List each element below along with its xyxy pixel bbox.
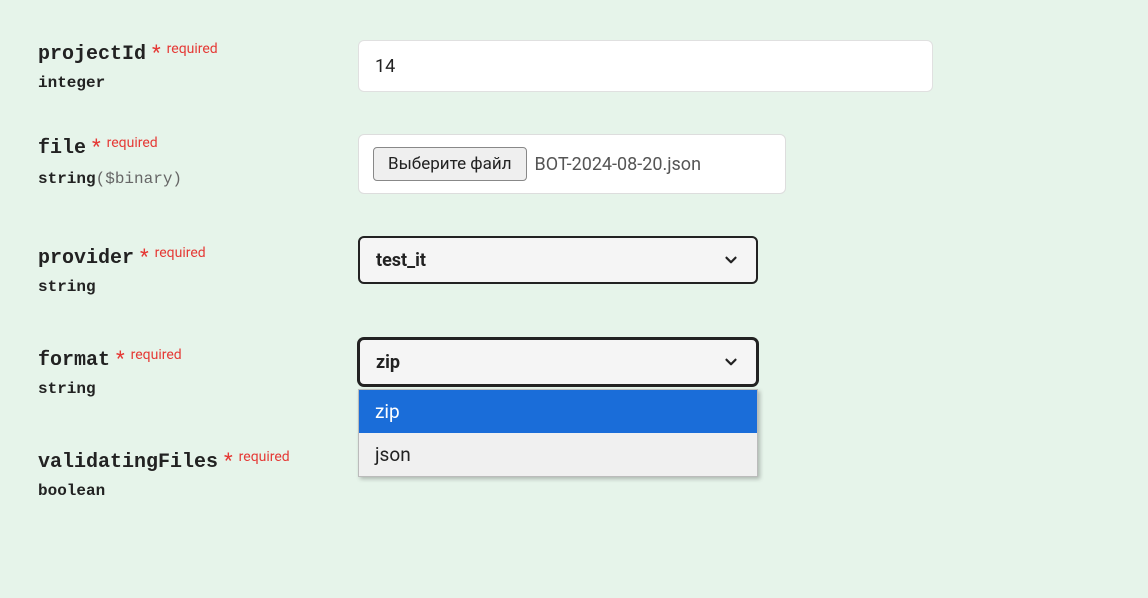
- input-col: [358, 40, 933, 92]
- label-line: provider * required: [38, 244, 358, 270]
- param-name: projectId: [38, 43, 146, 66]
- provider-select-value: test_it: [376, 250, 426, 271]
- param-type: string: [38, 170, 96, 188]
- format-select[interactable]: zip: [358, 338, 758, 386]
- required-text: required: [239, 449, 290, 465]
- provider-select-wrap: test_it: [358, 236, 758, 284]
- file-input-wrap: Выберите файл BOT-2024-08-20.json: [358, 134, 786, 194]
- required-star: *: [92, 134, 101, 158]
- param-row-projectId: projectId * required integer: [38, 40, 1110, 92]
- param-type: integer: [38, 74, 358, 92]
- required-text: required: [155, 245, 206, 261]
- param-type-line: string($binary): [38, 168, 358, 188]
- param-row-file: file * required string($binary) Выберите…: [38, 134, 1110, 194]
- provider-select[interactable]: test_it: [358, 236, 758, 284]
- format-dropdown-list: zip json: [358, 389, 758, 477]
- label-col: provider * required string: [38, 236, 358, 296]
- required-star: *: [152, 40, 161, 64]
- required-star: *: [224, 448, 233, 472]
- label-col: file * required string($binary): [38, 134, 358, 188]
- label-line: projectId * required: [38, 40, 358, 66]
- format-option-zip[interactable]: zip: [359, 390, 757, 433]
- param-name: format: [38, 349, 110, 372]
- required-text: required: [167, 41, 218, 57]
- label-line: file * required: [38, 134, 358, 160]
- label-line: validatingFiles * required: [38, 448, 358, 474]
- label-col: validatingFiles * required boolean: [38, 440, 358, 500]
- param-type-sub: ($binary): [96, 170, 182, 188]
- format-option-json[interactable]: json: [359, 433, 757, 476]
- param-name: validatingFiles: [38, 451, 218, 474]
- format-select-wrap: zip zip json: [358, 338, 758, 386]
- required-star: *: [116, 346, 125, 370]
- projectId-input[interactable]: [358, 40, 933, 92]
- chevron-down-icon: [722, 353, 740, 371]
- param-type: string: [38, 380, 358, 398]
- file-name: BOT-2024-08-20.json: [535, 154, 701, 175]
- label-col: projectId * required integer: [38, 40, 358, 92]
- param-type: boolean: [38, 482, 358, 500]
- label-line: format * required: [38, 346, 358, 372]
- chevron-down-icon: [722, 251, 740, 269]
- required-star: *: [140, 244, 149, 268]
- param-name: provider: [38, 247, 134, 270]
- param-row-provider: provider * required string test_it: [38, 236, 1110, 296]
- required-text: required: [107, 135, 158, 151]
- input-col: test_it: [358, 236, 758, 284]
- param-name: file: [38, 137, 86, 160]
- param-row-format: format * required string zip zip json: [38, 338, 1110, 398]
- file-choose-button[interactable]: Выберите файл: [373, 147, 527, 181]
- required-text: required: [131, 347, 182, 363]
- input-col: Выберите файл BOT-2024-08-20.json: [358, 134, 786, 194]
- param-type: string: [38, 278, 358, 296]
- format-select-value: zip: [376, 352, 400, 373]
- input-col: zip zip json: [358, 338, 758, 386]
- label-col: format * required string: [38, 338, 358, 398]
